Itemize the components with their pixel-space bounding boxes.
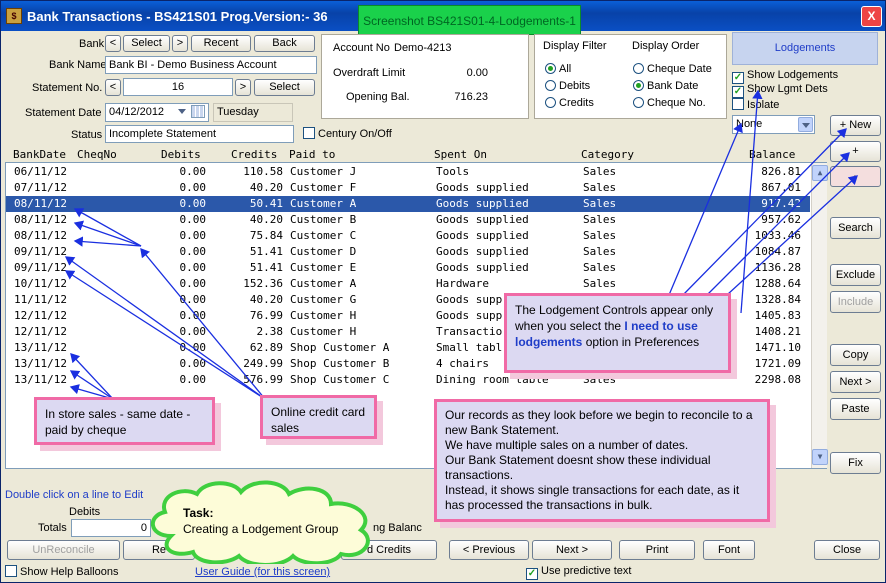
lodgement-controls-callout: The Lodgement Controls appear only when …: [504, 293, 731, 373]
print-button[interactable]: Print: [619, 540, 695, 560]
lodgement-callout-text-end: option in Preferences: [585, 335, 700, 349]
in-store-callout: In store sales - same date - paid by che…: [34, 397, 215, 445]
totals-label: Totals: [38, 522, 67, 534]
show-help-toggle[interactable]: Show Help Balloons: [5, 565, 118, 578]
previous-button[interactable]: < Previous: [449, 540, 529, 560]
user-guide-link[interactable]: User Guide (for this screen): [195, 566, 330, 578]
font-button[interactable]: Font: [703, 540, 755, 560]
arrow-to-lodgement-select: [668, 122, 743, 296]
predictive-text-label: Use predictive text: [541, 565, 632, 577]
bank-transactions-window: $ Bank Transactions - BS421S01 Prog.Vers…: [0, 0, 886, 583]
double-click-hint: Double click on a line to Edit: [5, 489, 144, 501]
predictive-text-checkbox[interactable]: ✓: [526, 568, 538, 580]
show-help-checkbox[interactable]: [5, 565, 17, 577]
task-title: Task:: [183, 506, 214, 520]
records-callout: Our records as they look before we begin…: [434, 399, 770, 522]
debits-label: Debits: [69, 506, 101, 518]
task-cloud: [151, 480, 370, 564]
next-button[interactable]: Next >: [532, 540, 612, 560]
close-button[interactable]: Close: [814, 540, 880, 560]
show-help-label: Show Help Balloons: [20, 566, 119, 578]
unreconcile-button[interactable]: UnReconcile: [7, 540, 120, 560]
online-callout: Online credit card sales: [260, 395, 377, 439]
debit-total-field: 0: [71, 519, 151, 537]
task-text: Creating a Lodgement Group: [183, 522, 339, 536]
predictive-text-toggle[interactable]: ✓ Use predictive text: [526, 565, 631, 580]
